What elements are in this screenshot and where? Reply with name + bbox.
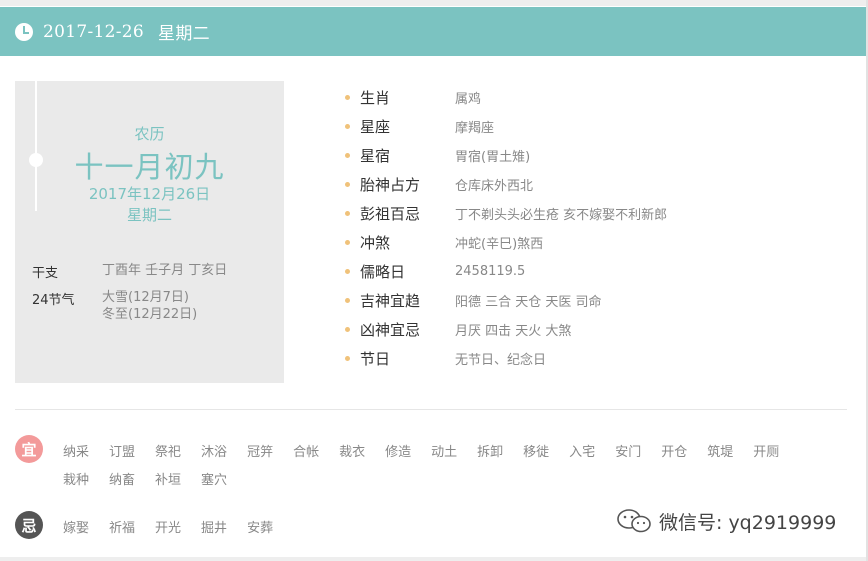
info-label: 节日 bbox=[360, 350, 391, 368]
info-row: 冲煞 冲蛇(辛巳)煞西 bbox=[340, 228, 820, 257]
info-row: 节日 无节日、纪念日 bbox=[340, 344, 820, 373]
info-value: 摩羯座 bbox=[455, 121, 495, 136]
yi-tag: 动土 bbox=[431, 445, 458, 460]
info-row: 凶神宜忌 月厌 四击 天火 大煞 bbox=[340, 315, 820, 344]
info-label: 儒略日 bbox=[360, 263, 406, 281]
solar-date: 2017年12月26日 bbox=[88, 185, 211, 203]
header-date: 2017-12-26 bbox=[43, 21, 145, 42]
info-row: 吉神宜趋 阳德 三合 天仓 天医 司命 bbox=[340, 286, 820, 315]
top-strip bbox=[0, 0, 868, 6]
info-label: 彭祖百忌 bbox=[360, 205, 421, 223]
bullet-dot bbox=[345, 327, 350, 332]
ganzhi-label: 干支 bbox=[32, 266, 59, 281]
info-label: 凶神宜忌 bbox=[360, 321, 421, 339]
info-row: 星座 摩羯座 bbox=[340, 112, 820, 141]
info-row: 胎神占方 仓库床外西北 bbox=[340, 170, 820, 199]
yi-tag: 裁衣 bbox=[339, 445, 366, 460]
info-label: 冲煞 bbox=[360, 234, 391, 252]
yi-tag: 筑堤 bbox=[707, 445, 734, 460]
lunar-date: 十一月初九 bbox=[74, 150, 225, 184]
info-label: 胎神占方 bbox=[360, 176, 421, 194]
ji-badge: 忌 bbox=[15, 511, 43, 539]
info-row: 彭祖百忌 丁不剃头头必生疮 亥不嫁娶不利新郎 bbox=[340, 199, 820, 228]
ji-tag: 祈福 bbox=[109, 521, 136, 536]
info-label: 生肖 bbox=[360, 89, 391, 107]
yi-tag: 纳畜 bbox=[109, 473, 136, 488]
lunar-label: 农历 bbox=[134, 125, 165, 143]
yi-tag: 开仓 bbox=[661, 445, 688, 460]
yi-tag: 祭祀 bbox=[155, 445, 182, 460]
jieqi-line-1: 大雪(12月7日) bbox=[102, 290, 189, 305]
info-row: 星宿 胃宿(胃土雉) bbox=[340, 141, 820, 170]
info-label: 吉神宜趋 bbox=[360, 292, 421, 310]
info-value: 冲蛇(辛巳)煞西 bbox=[455, 237, 544, 252]
jieqi-values: 大雪(12月7日) 冬至(12月22日) bbox=[102, 289, 197, 323]
bullet-dot bbox=[345, 298, 350, 303]
yi-tag: 修造 bbox=[385, 445, 412, 460]
yi-badge: 宜 bbox=[15, 435, 43, 463]
bullet-dot bbox=[345, 356, 350, 361]
bullet-dot bbox=[345, 153, 350, 158]
bullet-dot bbox=[345, 124, 350, 129]
lunar-card: 农历 十一月初九 2017年12月26日 星期二 干支 丁酉年 壬子月 丁亥日 … bbox=[15, 81, 284, 383]
almanac-page: 2017-12-26 星期二 农历 十一月初九 2017年12月26日 星期二 … bbox=[0, 0, 868, 561]
yi-tag-list: 纳采 订盟 祭祀 沐浴 冠笄 合帐 裁衣 修造 动土 拆卸 移徙 入宅 安门 开仓 筑堤 开厕栽种 纳畜 补垣 塞穴 bbox=[63, 439, 843, 495]
clock-icon bbox=[15, 22, 33, 41]
yi-tag: 栽种 bbox=[63, 473, 90, 488]
date-header: 2017-12-26 星期二 bbox=[0, 7, 866, 56]
watermark-text: 微信号: yq2919999 bbox=[659, 511, 837, 534]
solar-weekday: 星期二 bbox=[126, 206, 172, 224]
info-value: 丁不剃头头必生疮 亥不嫁娶不利新郎 bbox=[455, 208, 668, 223]
info-value: 仓库床外西北 bbox=[455, 179, 534, 194]
ji-tag: 安葬 bbox=[247, 521, 274, 536]
ganzhi-value: 丁酉年 壬子月 丁亥日 bbox=[102, 263, 228, 278]
jieqi-row: 24节气 大雪(12月7日) 冬至(12月22日) bbox=[32, 289, 197, 323]
yi-tag: 冠笄 bbox=[247, 445, 274, 460]
header-weekday: 星期二 bbox=[158, 24, 210, 44]
info-list: 生肖 属鸡 星座 摩羯座 星宿 胃宿(胃土雉) 胎神占方 仓库床外西北 彭祖百忌 丁不剃头… bbox=[340, 83, 820, 373]
ji-tag: 掘井 bbox=[201, 521, 228, 536]
jieqi-line-2: 冬至(12月22日) bbox=[102, 307, 198, 322]
wechat-icon bbox=[617, 509, 651, 533]
info-value: 胃宿(胃土雉) bbox=[455, 150, 531, 165]
bullet-dot bbox=[345, 240, 350, 245]
yi-tag: 拆卸 bbox=[477, 445, 504, 460]
ji-tag: 嫁娶 bbox=[63, 521, 90, 536]
yi-tag: 移徙 bbox=[523, 445, 550, 460]
wechat-watermark: 微信号: yq2919999 bbox=[615, 507, 836, 535]
info-value: 无节日、纪念日 bbox=[455, 353, 547, 368]
bullet-dot bbox=[345, 182, 350, 187]
info-value: 2458119.5 bbox=[455, 264, 526, 279]
bottom-strip bbox=[0, 557, 868, 561]
bullet-dot bbox=[345, 95, 350, 100]
yi-tag: 安门 bbox=[615, 445, 642, 460]
yi-tag: 纳采 bbox=[63, 445, 90, 460]
ganzhi-row: 干支 丁酉年 壬子月 丁亥日 bbox=[32, 262, 227, 281]
yi-tag: 开厕 bbox=[753, 445, 780, 460]
info-value: 月厌 四击 天火 大煞 bbox=[455, 324, 572, 339]
bullet-dot bbox=[345, 269, 350, 274]
info-value: 阳德 三合 天仓 天医 司命 bbox=[455, 295, 602, 310]
yi-tag: 订盟 bbox=[109, 445, 136, 460]
yi-tag: 补垣 bbox=[155, 473, 182, 488]
yi-tag: 塞穴 bbox=[201, 473, 228, 488]
info-row: 儒略日 2458119.5 bbox=[340, 257, 820, 286]
ji-tag: 开光 bbox=[155, 521, 182, 536]
yi-tag: 入宅 bbox=[569, 445, 596, 460]
info-label: 星座 bbox=[360, 118, 391, 136]
jieqi-label: 24节气 bbox=[32, 293, 75, 308]
section-divider bbox=[15, 409, 847, 410]
yi-tag: 合帐 bbox=[293, 445, 320, 460]
info-label: 星宿 bbox=[360, 147, 391, 165]
info-value: 属鸡 bbox=[455, 92, 482, 107]
info-row: 生肖 属鸡 bbox=[340, 83, 820, 112]
yi-tag: 沐浴 bbox=[201, 445, 228, 460]
bullet-dot bbox=[345, 211, 350, 216]
